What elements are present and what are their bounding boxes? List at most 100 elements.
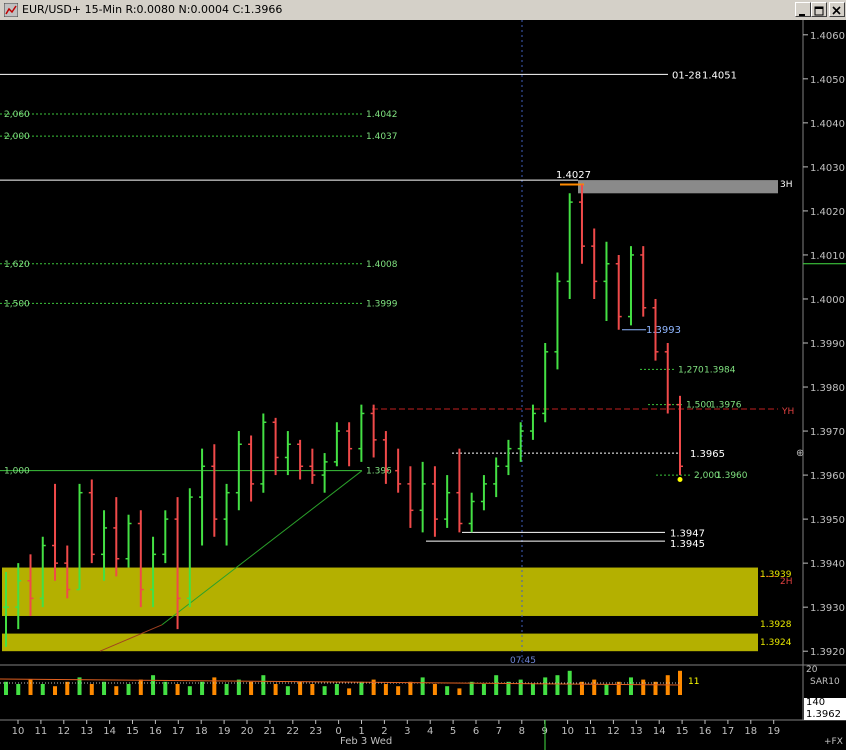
volume-bar xyxy=(298,681,303,695)
projection-price-label: 1.3984 xyxy=(704,365,736,375)
fib-ratio-label: 1,620 xyxy=(4,260,30,270)
close-icon xyxy=(832,6,841,15)
volume-bar xyxy=(249,681,254,695)
fib-price-label: 1.4008 xyxy=(366,260,398,270)
volume-bar xyxy=(567,670,572,695)
time-tick-label: 7 xyxy=(496,726,502,737)
time-tick-label: 18 xyxy=(744,726,757,737)
last-price-marker xyxy=(677,476,683,482)
volume-bar xyxy=(151,675,156,695)
volume-bar xyxy=(604,684,609,695)
title-bar[interactable]: EUR/USD+ 15-Min R:0.0080 N:0.0004 C:1.39… xyxy=(0,0,846,21)
price-tick-label: 1.3930 xyxy=(810,603,845,614)
fib-ratio-label: 2,000 xyxy=(4,132,30,142)
price-tick-label: 1.3970 xyxy=(810,427,845,438)
price-tick-label: 1.4010 xyxy=(810,251,845,262)
time-tick-label: 5 xyxy=(450,726,456,737)
time-tick-label: 6 xyxy=(473,726,479,737)
volume-bar xyxy=(481,684,486,695)
volume-bar xyxy=(347,688,352,695)
fib-price-label: 1.4042 xyxy=(366,110,398,120)
time-tick-label: 12 xyxy=(57,726,70,737)
volume-bar xyxy=(616,681,621,695)
zone-3h-label: 3H xyxy=(780,180,793,190)
time-tick-label: 21 xyxy=(264,726,277,737)
volume-bar xyxy=(518,679,523,695)
time-tick-label: 14 xyxy=(653,726,666,737)
time-tick-label: 22 xyxy=(286,726,299,737)
projection-ratio-label: 1,270 xyxy=(678,365,704,375)
close-button[interactable] xyxy=(829,2,845,17)
volume-bar xyxy=(16,684,21,695)
price-tick-label: 1.4000 xyxy=(810,295,845,306)
volume-bar xyxy=(641,679,646,695)
time-tick-label: 19 xyxy=(767,726,780,737)
time-tick-label: 10 xyxy=(561,726,574,737)
last-price-label: 1.3962 xyxy=(806,709,841,720)
time-tick-label: 3 xyxy=(404,726,410,737)
zone-lower-top-label: 1.3924 xyxy=(760,638,792,648)
price-chart[interactable]: 01-28 1.40511.39471.39451.39652,060 1.4042… xyxy=(0,20,846,750)
price-tick-label: 1.3950 xyxy=(810,515,845,526)
time-tick-label: 11 xyxy=(584,726,597,737)
volume-bar xyxy=(236,679,241,695)
price-tick-label: 1.4050 xyxy=(810,75,845,86)
maximize-button[interactable] xyxy=(811,2,827,17)
level-label-low-2: 1.3945 xyxy=(670,539,705,550)
price-tick-label: 1.3920 xyxy=(810,647,845,658)
volume-bar xyxy=(28,679,33,695)
volume-bar xyxy=(653,681,658,695)
volume-bar xyxy=(175,684,180,695)
chart-app-icon[interactable] xyxy=(4,3,18,17)
time-tick-label: 19 xyxy=(218,726,231,737)
volume-bar xyxy=(114,686,119,695)
volume-bar xyxy=(89,684,94,695)
minimize-icon xyxy=(799,14,805,16)
volume-bar xyxy=(494,675,499,695)
volume-bar xyxy=(408,681,413,695)
time-tick-label: 4 xyxy=(427,726,433,737)
volume-bar xyxy=(53,686,58,695)
price-tick-label: 1.4020 xyxy=(810,207,845,218)
volume-scale-top: 20 xyxy=(806,665,818,675)
level-label-low-1: 1.3947 xyxy=(670,528,705,539)
resistance-zone-3h xyxy=(578,180,778,194)
price-tick-label: 1.3960 xyxy=(810,471,845,482)
yesterday-high-label: YH xyxy=(781,407,794,417)
time-tick-label: 12 xyxy=(607,726,620,737)
minimize-button[interactable] xyxy=(795,2,811,17)
zone-upper-top-label: 1.3939 xyxy=(760,570,792,580)
time-tick-label: 16 xyxy=(149,726,162,737)
price-tick-label: 1.3990 xyxy=(810,339,845,350)
crosshair-marker-icon[interactable]: ⊕ xyxy=(796,448,804,459)
volume-bar xyxy=(359,681,364,695)
time-tick-label: 11 xyxy=(35,726,48,737)
volume-bar xyxy=(126,684,131,695)
volume-bar xyxy=(200,681,205,695)
volume-bar xyxy=(555,675,560,695)
time-cursor-label: 07:45 xyxy=(510,656,536,666)
time-tick-label: 17 xyxy=(722,726,735,737)
volume-bar xyxy=(420,677,425,695)
fib-ratio-label: 2,060 xyxy=(4,110,30,120)
volume-bar xyxy=(163,681,168,695)
price-tick-label: 1.4030 xyxy=(810,163,845,174)
volume-bar xyxy=(457,688,462,695)
support-zone-lower xyxy=(2,633,758,652)
time-tick-label: 15 xyxy=(676,726,689,737)
level-label-retest: 1.3965 xyxy=(690,449,725,460)
time-tick-label: 10 xyxy=(12,726,25,737)
fib-price-label: 1.396 xyxy=(366,467,392,477)
fib-ratio-label: 1,500 xyxy=(4,299,30,309)
pivot-label: 1.3993 xyxy=(646,325,681,336)
volume-bar xyxy=(102,681,107,695)
price-tick-label: 1.3980 xyxy=(810,383,845,394)
volume-bar xyxy=(530,684,535,695)
projection-price-label: 1.3960 xyxy=(716,471,748,481)
volume-bar xyxy=(469,681,474,695)
time-tick-label: 13 xyxy=(80,726,93,737)
level-label-price: 1.4051 xyxy=(702,70,737,81)
volume-bar xyxy=(40,684,45,695)
fib-ratio-label: 1,000 xyxy=(4,467,30,477)
window-title: EUR/USD+ 15-Min R:0.0080 N:0.0004 C:1.39… xyxy=(22,3,283,16)
